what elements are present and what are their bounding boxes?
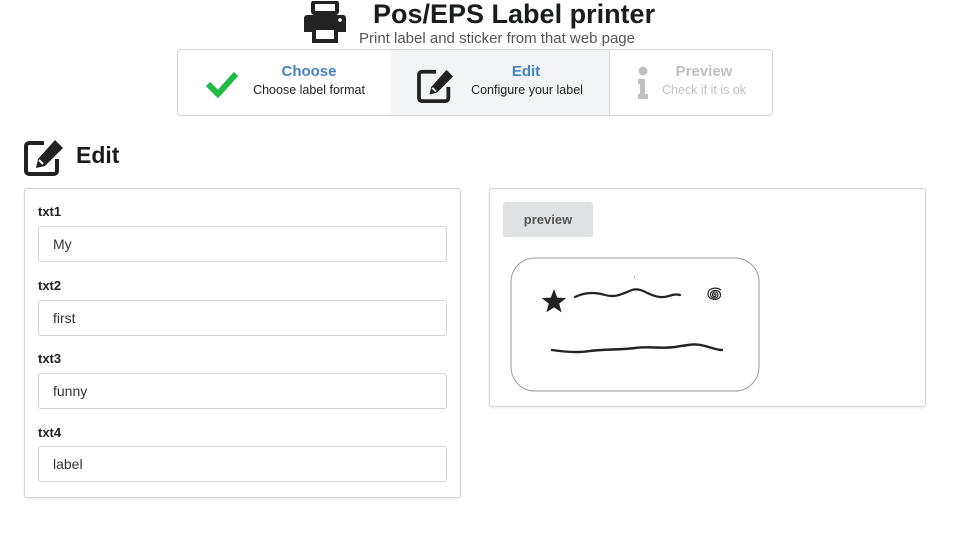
preview-panel: preview <box>489 188 926 407</box>
info-icon <box>638 66 648 99</box>
step-title: Choose <box>281 63 337 80</box>
step-description: Configure your label <box>471 83 583 97</box>
app-header: Pos/EPS Label printer Print label and st… <box>0 0 954 48</box>
txt3-input[interactable] <box>38 373 447 409</box>
edit-icon <box>417 69 454 103</box>
txt1-input[interactable] <box>38 226 447 262</box>
preview-button[interactable]: preview <box>503 202 593 237</box>
label-fields-form: txt1 txt2 txt3 txt4 <box>24 188 461 498</box>
step-title: Edit <box>511 63 541 80</box>
edit-icon <box>24 140 63 176</box>
step-description: Check if it is ok <box>661 83 747 97</box>
step-indicator: Choose Choose label format Edit Configur… <box>177 49 773 116</box>
txt1-label: txt1 <box>38 204 62 219</box>
app-title: Pos/EPS Label printer <box>373 0 656 29</box>
step-preview[interactable]: Preview Check if it is ok <box>609 50 773 115</box>
step-title: Preview <box>675 63 733 80</box>
printer-icon <box>304 1 346 43</box>
step-description: Choose label format <box>253 83 365 97</box>
txt4-input[interactable] <box>38 446 447 482</box>
label-preview-image <box>510 257 760 392</box>
txt2-input[interactable] <box>38 300 447 336</box>
txt4-label: txt4 <box>38 425 62 440</box>
section-title: Edit <box>76 142 120 168</box>
page: Pos/EPS Label printer Print label and st… <box>0 0 954 549</box>
step-edit[interactable]: Edit Configure your label <box>391 50 609 115</box>
step-choose[interactable]: Choose Choose label format <box>178 50 391 115</box>
txt2-label: txt2 <box>38 278 62 293</box>
checkmark-icon <box>206 71 238 98</box>
app-subtitle: Print label and sticker from that web pa… <box>359 30 635 47</box>
txt3-label: txt3 <box>38 351 62 366</box>
